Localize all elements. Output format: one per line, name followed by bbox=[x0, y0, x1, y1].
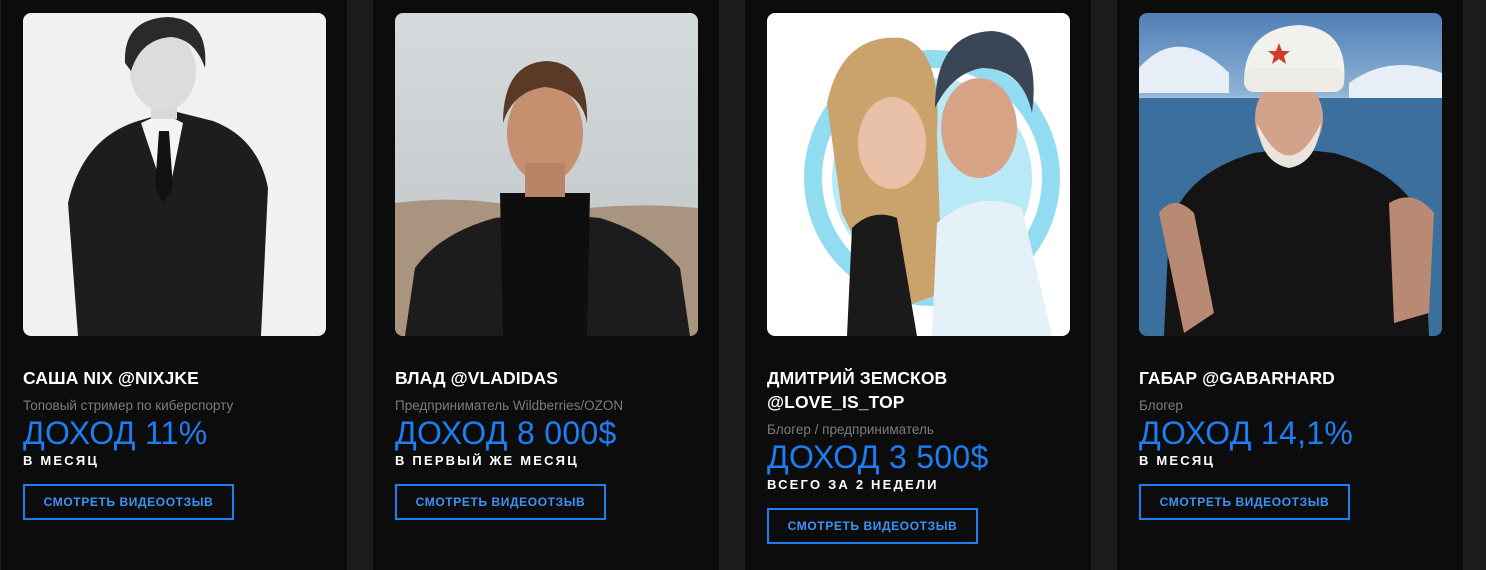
reviewer-photo bbox=[23, 13, 326, 336]
reviewer-photo bbox=[395, 13, 698, 336]
income-period: В ПЕРВЫЙ ЖЕ МЕСЯЦ bbox=[395, 453, 579, 468]
testimonial-card: САША NIX @NIXJKE Топовый стример по кибе… bbox=[1, 0, 347, 570]
testimonial-card: ГАБАР @GABARHARD Блогер ДОХОД 14,1% В МЕ… bbox=[1117, 0, 1463, 570]
reviewer-name: ДМИТРИЙ ЗЕМСКОВ @LOVE_IS_TOP bbox=[767, 366, 1077, 414]
reviewer-role: Предприниматель Wildberries/OZON bbox=[395, 398, 624, 413]
income-period: ВСЕГО ЗА 2 НЕДЕЛИ bbox=[767, 477, 939, 492]
income-value: ДОХОД 14,1% bbox=[1139, 415, 1354, 451]
reviewer-role: Топовый стример по киберспорту bbox=[23, 398, 234, 413]
reviewer-role: Блогер bbox=[1139, 398, 1183, 413]
reviewer-name: САША NIX @NIXJKE bbox=[23, 368, 199, 388]
income-period: В МЕСЯЦ bbox=[1139, 453, 1216, 468]
watch-video-review-button[interactable]: СМОТРЕТЬ ВИДЕООТЗЫВ bbox=[23, 484, 234, 520]
income-value: ДОХОД 11% bbox=[23, 415, 208, 451]
reviewer-photo bbox=[767, 13, 1070, 336]
reviewer-name-line: ДМИТРИЙ ЗЕМСКОВ bbox=[767, 368, 948, 388]
reviewer-photo bbox=[1139, 13, 1442, 336]
watch-video-review-button[interactable]: СМОТРЕТЬ ВИДЕООТЗЫВ bbox=[1139, 484, 1350, 520]
income-value: ДОХОД 3 500$ bbox=[767, 439, 989, 475]
watch-video-review-button[interactable]: СМОТРЕТЬ ВИДЕООТЗЫВ bbox=[767, 508, 978, 544]
reviewer-handle: @LOVE_IS_TOP bbox=[767, 392, 905, 412]
reviewer-name: ГАБАР @GABARHARD bbox=[1139, 368, 1335, 388]
reviewer-name: ВЛАД @VLADIDAS bbox=[395, 368, 559, 388]
reviewer-role: Блогер / предприниматель bbox=[767, 422, 934, 437]
testimonial-card: ВЛАД @VLADIDAS Предприниматель Wildberri… bbox=[373, 0, 719, 570]
income-value: ДОХОД 8 000$ bbox=[395, 415, 617, 451]
watch-video-review-button[interactable]: СМОТРЕТЬ ВИДЕООТЗЫВ bbox=[395, 484, 606, 520]
income-period: В МЕСЯЦ bbox=[23, 453, 100, 468]
testimonial-card: ДМИТРИЙ ЗЕМСКОВ @LOVE_IS_TOP Блогер / пр… bbox=[745, 0, 1091, 570]
